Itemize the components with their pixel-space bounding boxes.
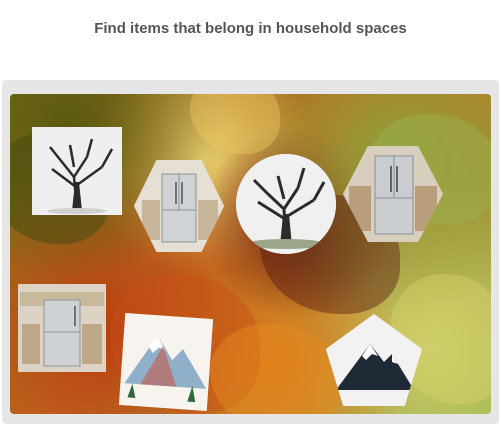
tree-icon <box>236 154 336 254</box>
refrigerator-icon <box>18 284 106 372</box>
background-blob <box>210 324 340 414</box>
page-title: Find items that belong in household spac… <box>94 20 407 37</box>
game-board <box>10 94 491 414</box>
refrigerator-icon <box>134 160 224 252</box>
tree-icon <box>32 127 122 215</box>
board-item-refrigerator[interactable] <box>18 284 106 372</box>
mountain-icon <box>118 313 214 411</box>
board-item-mountain[interactable] <box>118 313 214 411</box>
board-item-refrigerator[interactable] <box>134 160 224 252</box>
background-blob <box>190 94 280 154</box>
board-item-tree[interactable] <box>32 127 122 215</box>
board-item-tree[interactable] <box>236 154 336 254</box>
